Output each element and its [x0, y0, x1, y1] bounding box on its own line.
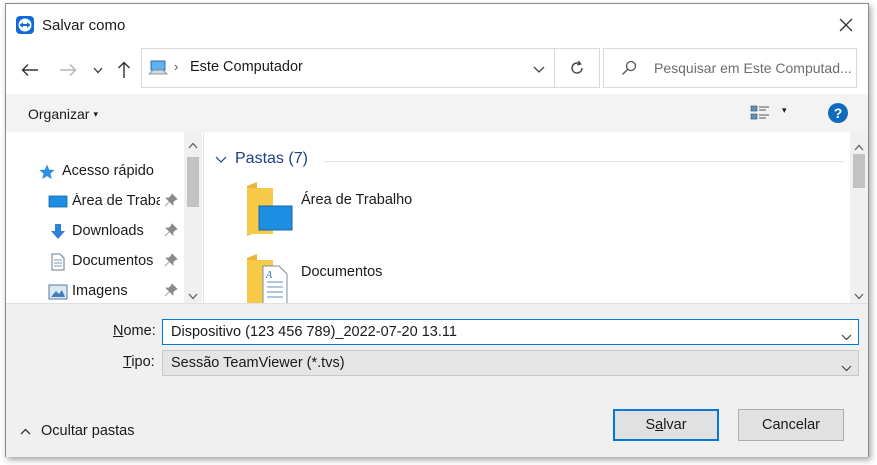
recent-locations-button[interactable] — [86, 58, 110, 82]
sidebar-item-label: Imagens — [72, 283, 128, 299]
sidebar-item-quick-access[interactable]: Acesso rápido — [6, 159, 184, 185]
desktop-folder-icon — [243, 180, 295, 239]
dialog-title: Salvar como — [42, 17, 126, 34]
organize-button[interactable]: Organizar ▾ — [28, 106, 98, 122]
pin-icon — [164, 193, 178, 210]
up-button[interactable] — [112, 58, 136, 82]
teamviewer-icon — [16, 16, 34, 34]
help-button[interactable]: ? — [828, 103, 848, 123]
address-history-button[interactable] — [533, 61, 545, 77]
file-name-input[interactable] — [163, 320, 841, 344]
star-icon — [38, 163, 56, 184]
search-box[interactable]: Pesquisar em Este Computad... — [603, 48, 857, 88]
save-button[interactable]: Salvar — [613, 409, 719, 441]
search-icon — [621, 60, 637, 79]
folder-label: Documentos — [301, 264, 383, 280]
hide-folders-button[interactable]: Ocultar pastas — [20, 423, 135, 439]
scrollbar-thumb[interactable] — [853, 154, 865, 188]
file-name-label: Nome: — [113, 323, 156, 339]
view-details-icon — [750, 105, 769, 120]
breadcrumb-location[interactable]: Este Computador — [190, 59, 303, 75]
sidebar-item-documents[interactable]: Documentos — [6, 249, 184, 275]
view-options-button[interactable]: ▾ — [782, 105, 787, 116]
chevron-down-icon — [93, 67, 103, 73]
arrow-right-icon — [60, 64, 77, 76]
svg-text:A: A — [265, 270, 273, 281]
scroll-up-icon[interactable] — [854, 138, 864, 154]
sidebar-item-downloads[interactable]: Downloads — [6, 219, 184, 245]
file-type-value: Sessão TeamViewer (*.tvs) — [171, 355, 345, 371]
group-header-folders[interactable]: Pastas (7) — [215, 150, 308, 168]
title-bar: Salvar como — [6, 4, 868, 44]
sidebar-scrollbar[interactable] — [184, 132, 202, 303]
scroll-down-icon[interactable] — [854, 287, 864, 303]
file-name-field[interactable] — [162, 319, 859, 345]
breadcrumb-separator: › — [174, 59, 179, 74]
documents-folder-icon: A — [243, 252, 295, 303]
toolbar: Organizar ▾ ▾ ? — [6, 94, 868, 132]
cancel-button[interactable]: Cancelar — [738, 409, 844, 441]
file-type-select[interactable]: Sessão TeamViewer (*.tvs) — [162, 350, 859, 376]
arrow-up-icon — [118, 61, 130, 78]
desktop-icon — [48, 193, 68, 214]
chevron-down-icon — [841, 365, 852, 372]
close-button[interactable] — [832, 12, 860, 38]
image-icon — [48, 283, 68, 303]
sidebar-item-label: Documentos — [72, 253, 154, 269]
chevron-down-icon — [533, 66, 545, 73]
chevron-up-icon — [20, 423, 31, 439]
save-options-area: Nome: Tipo: Sessão TeamViewer (*.tvs) Oc… — [6, 303, 868, 457]
organize-label: Organizar — [28, 106, 90, 122]
forward-button[interactable] — [56, 58, 80, 82]
refresh-icon — [571, 60, 583, 74]
save-as-dialog: Salvar como › Este Computador Pesquisar … — [5, 3, 869, 457]
file-list-scrollbar[interactable] — [850, 132, 868, 303]
file-name-dropdown-button[interactable] — [841, 328, 852, 344]
sidebar-item-label: Área de Trabalho — [72, 193, 160, 209]
navigation-pane: Acesso rápido Área de Trabalho Downloads — [6, 132, 204, 303]
group-divider — [324, 161, 844, 162]
document-icon — [50, 253, 66, 274]
address-bar[interactable]: › Este Computador — [141, 48, 600, 88]
close-icon — [839, 18, 853, 32]
hide-folders-label: Ocultar pastas — [41, 423, 135, 439]
back-button[interactable] — [18, 58, 42, 82]
pin-icon — [164, 223, 178, 240]
sidebar-item-pictures[interactable]: Imagens — [6, 279, 184, 303]
pin-icon — [164, 253, 178, 270]
caret-down-icon: ▾ — [93, 109, 98, 119]
computer-icon — [148, 59, 168, 80]
file-type-label: Tipo: — [123, 354, 155, 370]
folder-item-documents[interactable]: A Documentos — [243, 252, 543, 303]
change-view-button[interactable] — [750, 105, 770, 121]
sidebar-item-desktop[interactable]: Área de Trabalho — [6, 189, 184, 215]
arrow-left-icon — [21, 64, 38, 76]
folder-label: Área de Trabalho — [301, 192, 413, 208]
download-icon — [49, 223, 67, 244]
chevron-down-icon — [215, 151, 227, 167]
group-title: Pastas (7) — [235, 150, 308, 167]
scroll-down-icon[interactable] — [188, 287, 198, 303]
folder-item-desktop[interactable]: Área de Trabalho — [243, 180, 543, 240]
sidebar-item-label: Downloads — [72, 223, 144, 239]
chevron-down-icon — [841, 334, 852, 341]
file-list-pane: Pastas (7) Área de Trabalho A Documentos — [203, 132, 868, 303]
sidebar-item-label: Acesso rápido — [62, 163, 154, 179]
pin-icon — [164, 283, 178, 300]
refresh-button[interactable] — [554, 49, 599, 87]
scroll-up-icon[interactable] — [188, 136, 198, 152]
scrollbar-thumb[interactable] — [187, 157, 199, 207]
file-type-dropdown-button[interactable] — [841, 359, 852, 375]
search-input[interactable]: Pesquisar em Este Computad... — [654, 60, 854, 76]
